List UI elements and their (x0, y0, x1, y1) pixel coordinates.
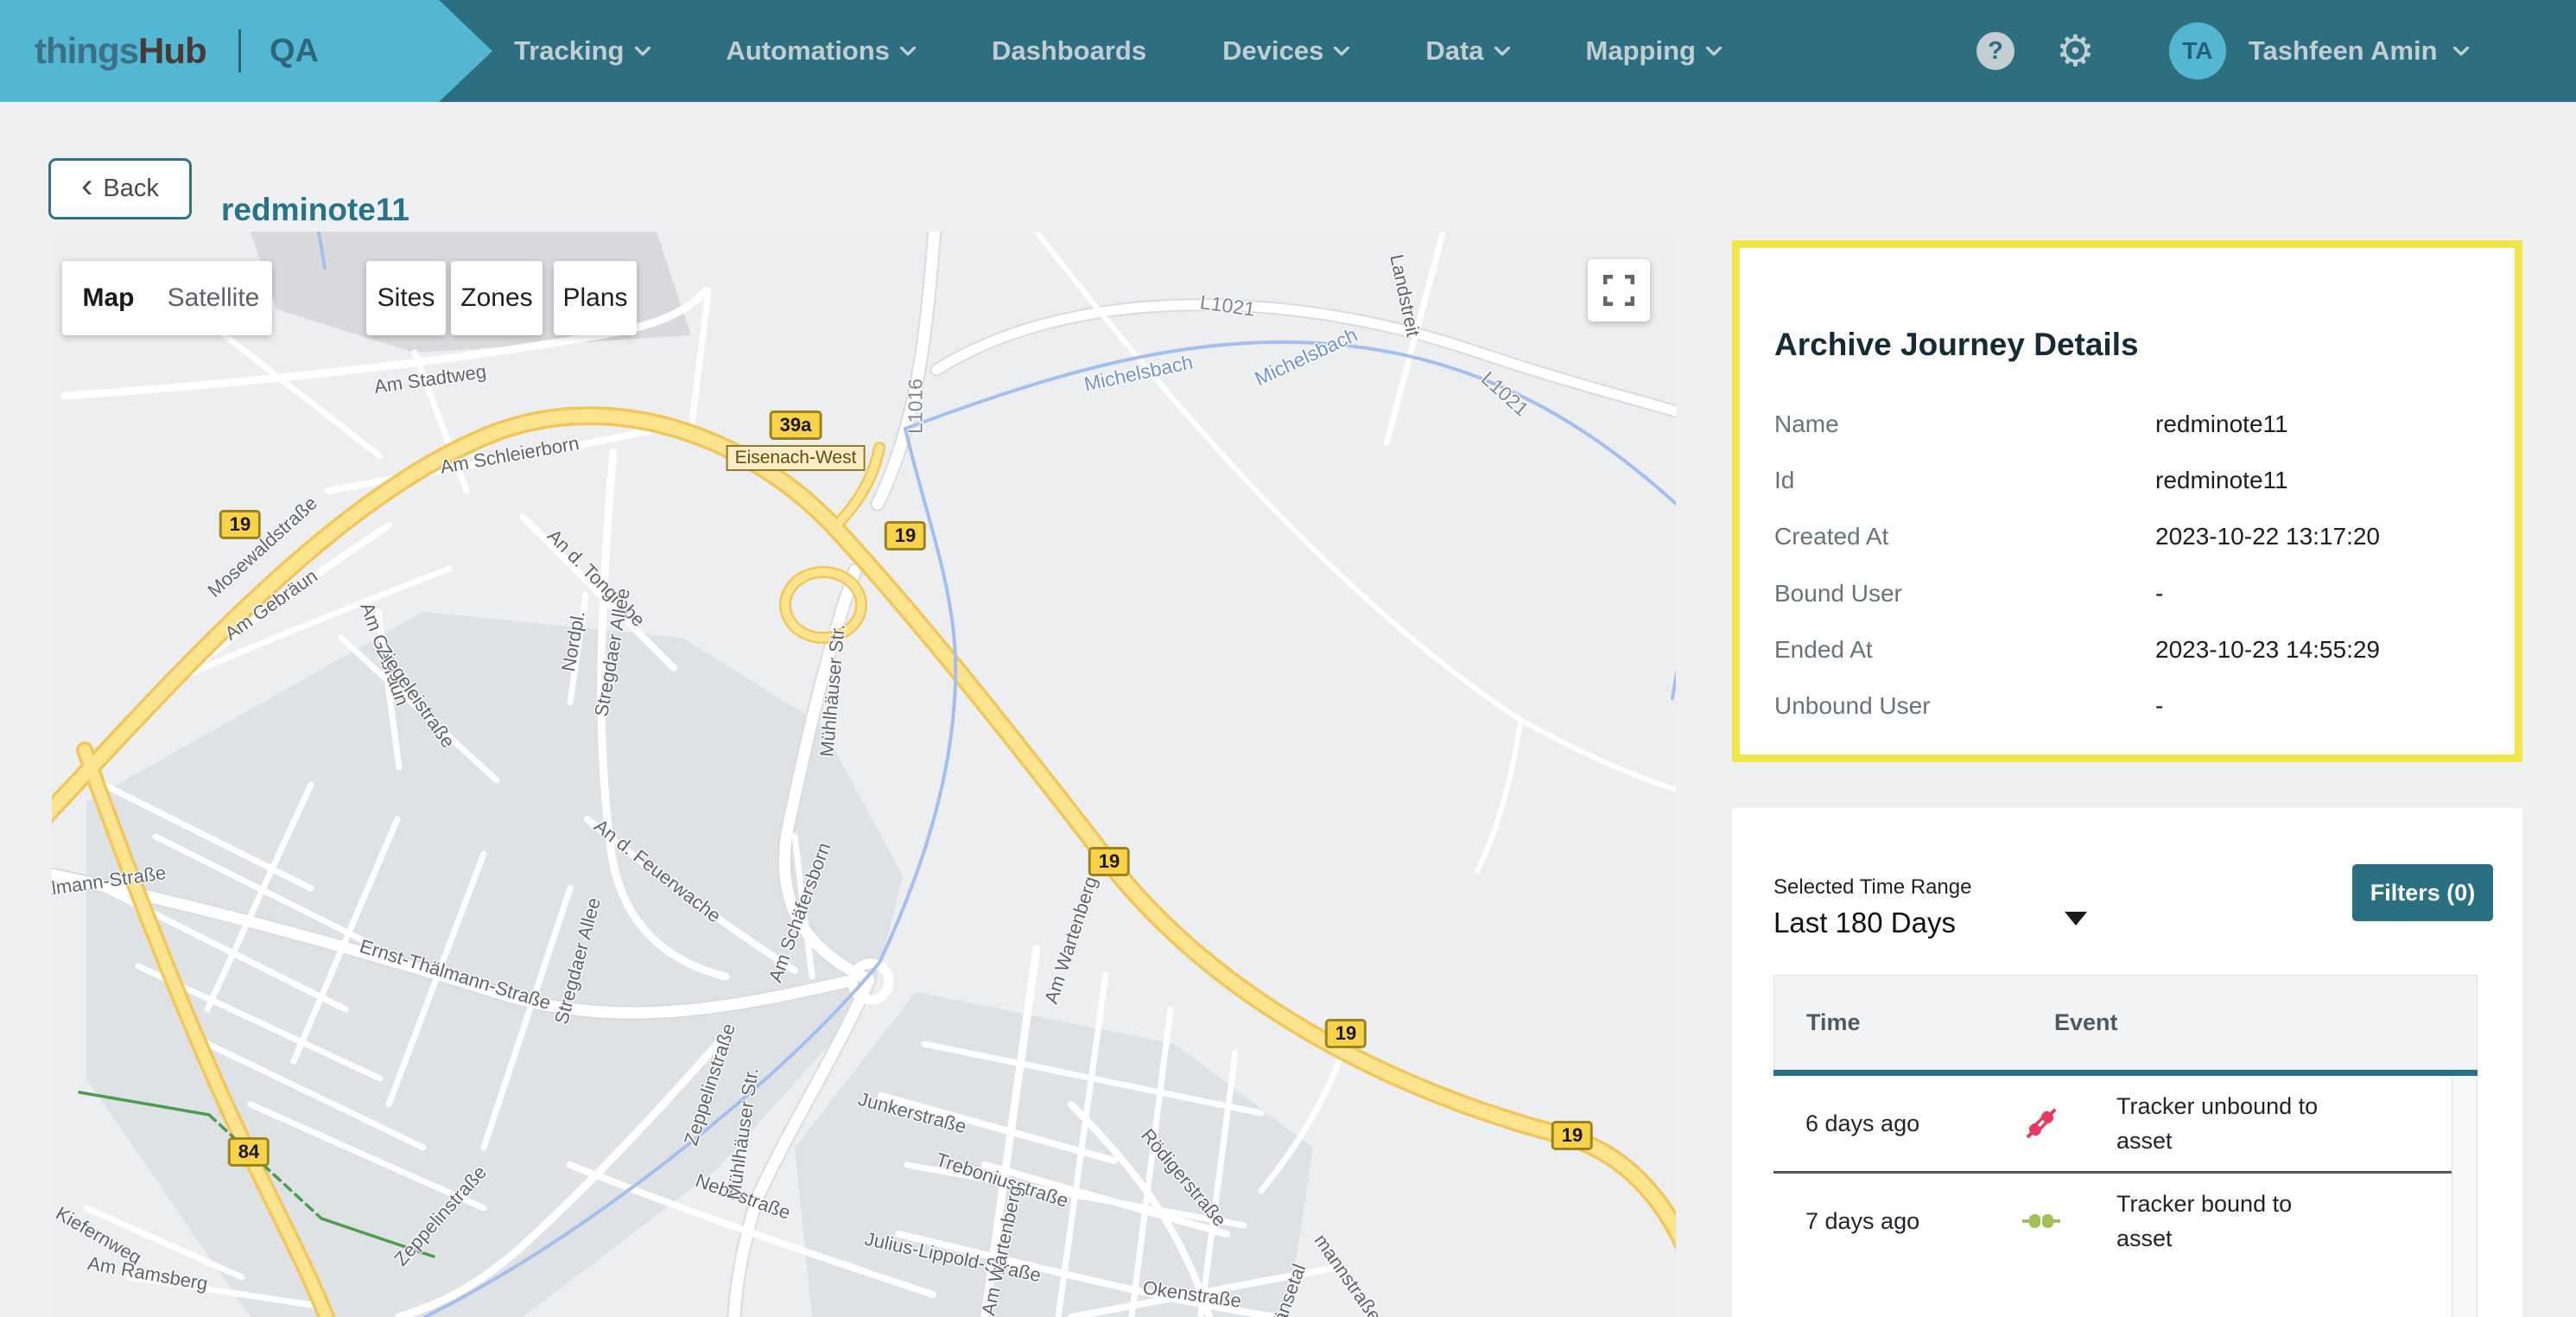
table-scrollbar[interactable] (2452, 1076, 2478, 1317)
brand-hub: Hub (138, 30, 206, 72)
column-header-time: Time (1806, 976, 1861, 1069)
map-canvas[interactable]: Am StadtwegAm SchleierbornMosewaldstraße… (52, 232, 1676, 1317)
back-button[interactable]: ‹ Back (48, 158, 192, 220)
header-accent-bar (1773, 1070, 2478, 1076)
main-nav: Tracking Automations Dashboards Devices … (514, 0, 1722, 102)
nav-item-mapping[interactable]: Mapping (1586, 35, 1722, 67)
route-badge: 19 (219, 510, 261, 539)
archive-journey-details-panel: Archive Journey Details Name redminote11… (1732, 240, 2522, 762)
field-row-ended-at: Ended At 2023-10-23 14:55:29 (1774, 636, 2465, 671)
chevron-down-icon (1706, 47, 1722, 56)
zones-button[interactable]: Zones (451, 261, 542, 335)
map-exit-sign: Eisenach-West (726, 445, 866, 471)
chevron-left-icon: ‹ (81, 167, 92, 206)
sites-button[interactable]: Sites (366, 261, 446, 335)
brand-divider (238, 29, 241, 73)
field-row-bound-user: Bound User - (1774, 580, 2465, 614)
filters-button[interactable]: Filters (0) (2352, 864, 2493, 921)
user-menu[interactable]: Tashfeen Amin (2249, 35, 2438, 67)
route-badge: 19 (885, 521, 926, 550)
dropdown-caret-icon[interactable] (2065, 912, 2087, 926)
events-table-header: Time Event (1773, 975, 2478, 1070)
table-row[interactable]: 7 days ago Tracker bound to asset (1773, 1174, 2452, 1269)
route-badge: 19 (1088, 847, 1130, 876)
panel-title: Archive Journey Details (1774, 327, 2139, 363)
time-range-label: Selected Time Range (1773, 875, 2102, 900)
map-roads (52, 232, 1676, 1317)
brand-logo: thingsHub (35, 0, 206, 102)
chevron-down-icon (900, 47, 916, 56)
route-badge: 19 (1551, 1121, 1593, 1150)
brand-things: things (35, 30, 138, 72)
chevron-down-icon (1494, 47, 1510, 56)
brand-area[interactable]: thingsHub QA (0, 0, 492, 102)
time-range-value: Last 180 Days (1773, 907, 2102, 939)
unplug-icon (2022, 1104, 2060, 1147)
chevron-down-icon[interactable] (2453, 47, 2469, 56)
events-panel: Selected Time Range Last 180 Days Filter… (1732, 808, 2522, 1317)
column-header-event: Event (2054, 976, 2118, 1069)
map-type-satellite-button[interactable]: Satellite (155, 261, 272, 335)
map-route-label: L1016 (904, 379, 928, 434)
fullscreen-icon (1603, 275, 1634, 306)
nav-item-automations[interactable]: Automations (726, 35, 916, 67)
chevron-down-icon (1334, 47, 1349, 56)
table-row[interactable]: 6 days ago (1773, 1076, 2452, 1174)
help-icon[interactable]: ? (1976, 32, 2014, 70)
field-row-unbound-user: Unbound User - (1774, 692, 2465, 727)
events-table-body: 6 days ago (1773, 1076, 2452, 1269)
route-badge: 19 (1325, 1019, 1367, 1048)
field-row-created-at: Created At 2023-10-22 13:17:20 (1774, 523, 2465, 557)
plug-icon (2022, 1202, 2060, 1244)
top-navbar: thingsHub QA Tracking Automations Dashbo… (0, 0, 2576, 102)
fullscreen-button[interactable] (1588, 259, 1650, 321)
route-badge: 39a (770, 410, 822, 440)
app-window: thingsHub QA Tracking Automations Dashbo… (0, 0, 2576, 1317)
chevron-down-icon (635, 47, 650, 56)
gear-icon[interactable]: ⚙ (2056, 29, 2095, 73)
map-type-control: Map Satellite (62, 261, 272, 335)
avatar[interactable]: TA (2169, 22, 2226, 80)
time-range-select[interactable]: Selected Time Range Last 180 Days (1773, 875, 2102, 939)
nav-item-tracking[interactable]: Tracking (514, 35, 650, 67)
plans-button[interactable]: Plans (554, 261, 637, 335)
route-badge: 84 (228, 1137, 270, 1167)
environment-label: QA (270, 0, 319, 102)
nav-item-devices[interactable]: Devices (1222, 35, 1349, 67)
nav-item-dashboards[interactable]: Dashboards (992, 35, 1146, 67)
nav-item-data[interactable]: Data (1425, 35, 1509, 67)
map-type-map-button[interactable]: Map (62, 261, 155, 335)
nav-utilities: ? ⚙ TA Tashfeen Amin (1976, 0, 2469, 102)
field-row-name: Name redminote11 (1774, 410, 2465, 445)
field-row-id: Id redminote11 (1774, 467, 2465, 501)
